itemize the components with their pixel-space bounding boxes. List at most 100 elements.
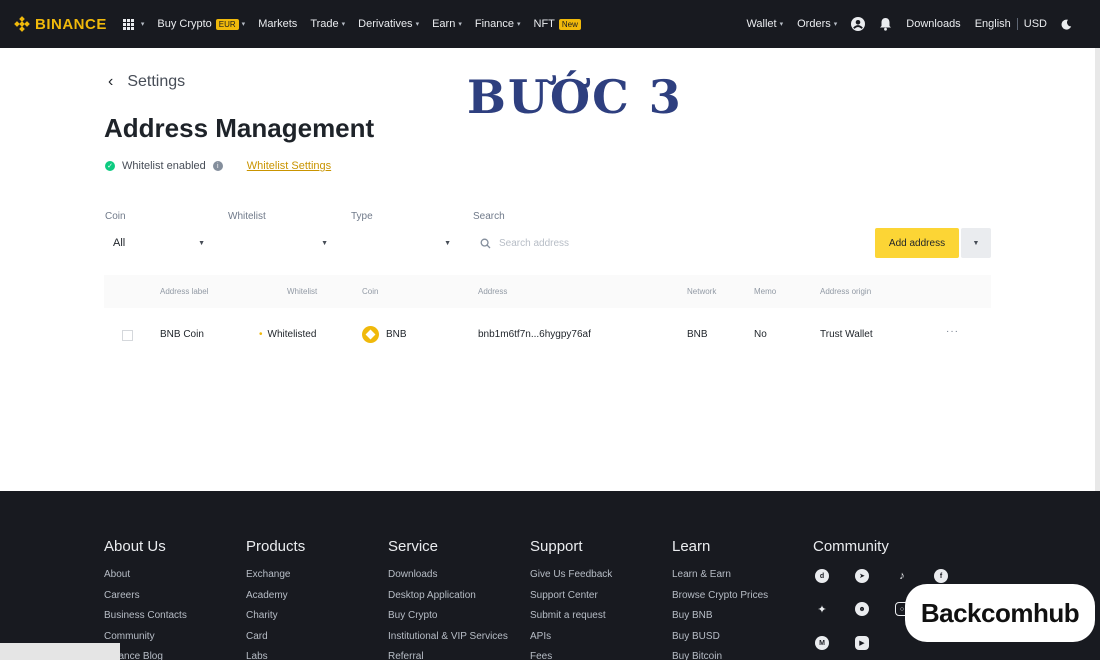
- bnb-coin-icon: [362, 326, 379, 343]
- caret-down-icon: ▼: [444, 239, 451, 247]
- nav-right: Wallet ▾ Orders ▾ Downloads English USD: [746, 17, 1086, 31]
- footer-link[interactable]: Downloads: [388, 565, 508, 586]
- brand-logo[interactable]: BINANCE: [14, 16, 107, 33]
- nav-label: NFT: [533, 18, 555, 30]
- nav-derivatives[interactable]: Derivatives ▾: [358, 18, 419, 30]
- browser-status-bar: [0, 643, 120, 660]
- coin-filter-select[interactable]: All ▼: [113, 235, 205, 251]
- caret-down-icon: ▼: [972, 239, 980, 247]
- nav-earn[interactable]: Earn ▾: [432, 18, 462, 30]
- moon-icon: [1061, 19, 1072, 30]
- theme-toggle[interactable]: [1061, 19, 1072, 30]
- footer-link[interactable]: About: [104, 565, 187, 586]
- address-cell: bnb1m6tf7n...6hygpy76af: [478, 329, 591, 340]
- footer-column-title: Products: [246, 538, 306, 555]
- page: BINANCE ▾ Buy Crypto EUR ▾ Markets Trade…: [0, 0, 1100, 660]
- footer-link[interactable]: Give Us Feedback: [530, 565, 612, 586]
- youtube-icon[interactable]: ▶: [855, 636, 869, 650]
- coin-filter-label: Coin: [105, 211, 126, 222]
- coinmarketcap-icon[interactable]: M: [815, 636, 829, 650]
- nav-nft[interactable]: NFT New: [534, 18, 581, 30]
- search-icon: [480, 238, 491, 248]
- nav-trade[interactable]: Trade ▾: [310, 18, 345, 30]
- coin-filter-value: All: [113, 237, 126, 249]
- nav-label: Downloads: [906, 18, 961, 30]
- notifications-button[interactable]: [879, 17, 892, 31]
- info-icon[interactable]: i: [212, 161, 223, 171]
- footer-column-title: Learn: [672, 538, 711, 555]
- footer-link[interactable]: Careers: [104, 586, 187, 607]
- add-address-button[interactable]: Add address: [875, 228, 959, 258]
- origin-cell: Trust Wallet: [820, 329, 873, 340]
- type-filter-select[interactable]: ▼: [359, 235, 451, 251]
- nav-downloads[interactable]: Downloads: [906, 18, 960, 30]
- nav-label: Wallet: [746, 18, 777, 30]
- type-filter-label: Type: [351, 211, 373, 222]
- profile-button[interactable]: [851, 17, 866, 31]
- network-cell: BNB: [687, 329, 708, 340]
- footer-link[interactable]: Buy BNB: [672, 606, 768, 627]
- footer-link[interactable]: Referral: [388, 647, 508, 660]
- whitelist-filter-select[interactable]: ▼: [236, 235, 328, 251]
- footer-column-community: Community: [813, 538, 889, 565]
- footer-link[interactable]: Learn & Earn: [672, 565, 768, 586]
- memo-cell: No: [754, 329, 767, 340]
- footer-column-products: Products Exchange Academy Charity Card L…: [246, 538, 305, 660]
- whitelist-status-text: Whitelisted: [267, 329, 317, 340]
- nav-buy-crypto[interactable]: Buy Crypto EUR ▾: [157, 18, 245, 30]
- footer-link[interactable]: Charity: [246, 606, 305, 627]
- nav-orders[interactable]: Orders ▾: [797, 18, 837, 30]
- footer-link[interactable]: Desktop Application: [388, 586, 508, 607]
- footer-link[interactable]: Submit a request: [530, 606, 612, 627]
- nav-currency[interactable]: USD: [1024, 18, 1047, 30]
- status-dot-icon: •: [259, 329, 263, 340]
- nav-wallet[interactable]: Wallet ▾: [746, 18, 783, 30]
- footer-link[interactable]: Exchange: [246, 565, 305, 586]
- telegram-icon[interactable]: ➤: [855, 569, 869, 583]
- discord-icon[interactable]: d: [815, 569, 829, 583]
- nav-label: Trade: [310, 18, 339, 30]
- footer-link[interactable]: Buy BUSD: [672, 627, 768, 648]
- footer-link[interactable]: Support Center: [530, 586, 612, 607]
- apps-menu-button[interactable]: ▾: [122, 18, 145, 30]
- column-header: Address: [478, 287, 508, 296]
- nav-finance[interactable]: Finance ▾: [475, 18, 521, 30]
- footer-link[interactable]: Institutional & VIP Services: [388, 627, 508, 648]
- search-label: Search: [473, 211, 505, 222]
- reddit-icon[interactable]: ☻: [855, 602, 869, 616]
- nav-label: Orders: [797, 18, 831, 30]
- table-row[interactable]: BNB Coin • Whitelisted BNB bnb1m6tf7n...6…: [104, 318, 991, 354]
- row-checkbox[interactable]: [122, 330, 133, 341]
- back-to-settings[interactable]: ‹ Settings: [108, 73, 185, 91]
- nav-language[interactable]: English: [975, 18, 1011, 30]
- nav-label: Earn: [432, 18, 456, 30]
- chevron-down-icon: ▾: [140, 21, 145, 28]
- column-header: Whitelist: [287, 287, 318, 296]
- twitter-icon[interactable]: ✦: [815, 602, 829, 616]
- footer-link[interactable]: Buy Crypto: [388, 606, 508, 627]
- footer-column-support: Support Give Us Feedback Support Center …: [530, 538, 612, 660]
- footer-link[interactable]: Buy Bitcoin: [672, 647, 768, 660]
- chevron-down-icon: ▾: [458, 21, 462, 28]
- footer-column-title: About Us: [104, 538, 166, 555]
- facebook-icon[interactable]: f: [934, 569, 948, 583]
- footer-link[interactable]: Browse Crypto Prices: [672, 586, 768, 607]
- footer-link[interactable]: Business Contacts: [104, 606, 187, 627]
- step-overlay-text: BƯỚC 3: [467, 70, 683, 124]
- search-input[interactable]: Search address: [473, 229, 603, 257]
- add-address-dropdown-button[interactable]: ▼: [961, 228, 991, 258]
- chevron-down-icon: ▾: [516, 21, 521, 28]
- tiktok-icon[interactable]: ♪: [895, 569, 909, 583]
- user-icon: [851, 17, 866, 31]
- footer-link[interactable]: Card: [246, 627, 305, 648]
- nav-label: Markets: [258, 18, 298, 30]
- nav-markets[interactable]: Markets: [258, 18, 297, 30]
- binance-logo-icon: [14, 16, 30, 32]
- whitelist-settings-link[interactable]: Whitelist Settings: [247, 160, 331, 172]
- footer-link[interactable]: APIs: [530, 627, 612, 648]
- more-options-icon[interactable]: ···: [946, 326, 959, 337]
- footer-link[interactable]: Academy: [246, 586, 305, 607]
- footer-link[interactable]: Labs: [246, 647, 305, 660]
- nav-label: English: [974, 18, 1011, 30]
- footer-link[interactable]: Fees: [530, 647, 612, 660]
